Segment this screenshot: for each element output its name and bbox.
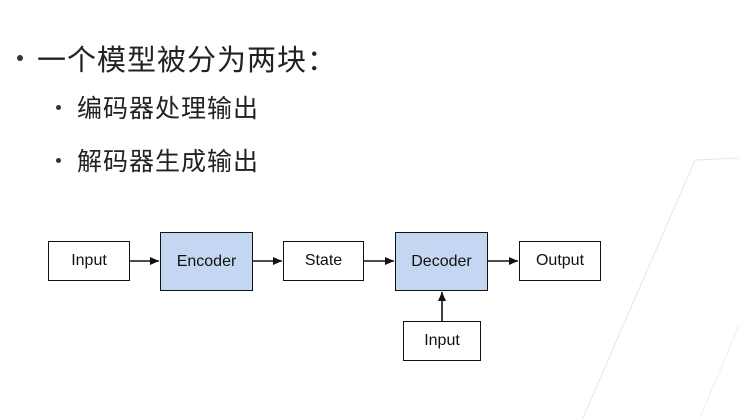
decoder-node: Decoder [395,232,488,291]
state-node: State [283,241,364,281]
output-node: Output [519,241,601,281]
diagram-arrows [130,257,518,321]
input-node: Input [48,241,130,281]
encoder-decoder-diagram: Input Encoder State Decoder Output Input [0,0,739,418]
encoder-node: Encoder [160,232,253,291]
decoder-input-node: Input [403,321,481,361]
